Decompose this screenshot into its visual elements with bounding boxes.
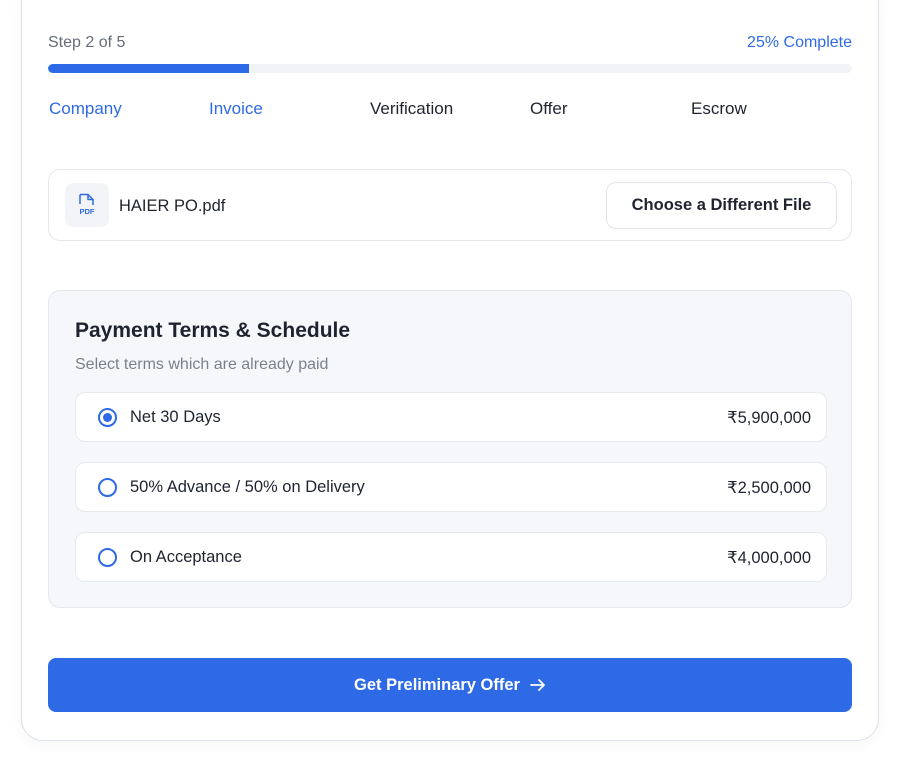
term-label: 50% Advance / 50% on Delivery [130, 478, 365, 496]
step-counter: Step 2 of 5 [48, 34, 126, 51]
term-amount: ₹2,500,000 [727, 479, 811, 497]
cta-label: Get Preliminary Offer [354, 675, 520, 694]
arrow-right-icon [530, 678, 546, 692]
choose-different-file-button[interactable]: Choose a Different File [606, 182, 837, 229]
term-amount: ₹5,900,000 [727, 409, 811, 427]
progress-bar-fill [48, 64, 249, 73]
term-label: Net 30 Days [130, 408, 221, 426]
step-invoice[interactable]: Invoice [209, 99, 263, 119]
svg-text:PDF: PDF [80, 207, 95, 216]
progress-bar [48, 64, 852, 73]
step-company[interactable]: Company [49, 99, 122, 119]
term-option-net-30[interactable]: Net 30 Days ₹5,900,000 [75, 392, 827, 442]
payment-terms-title: Payment Terms & Schedule [75, 319, 351, 342]
get-preliminary-offer-button[interactable]: Get Preliminary Offer [48, 658, 852, 712]
uploaded-file-card: PDF HAIER PO.pdf Choose a Different File [48, 169, 852, 241]
pdf-file-icon: PDF [65, 183, 109, 227]
payment-terms-panel: Payment Terms & Schedule Select terms wh… [48, 290, 852, 608]
term-amount: ₹4,000,000 [727, 549, 811, 567]
radio-unselected[interactable] [98, 548, 117, 567]
percent-complete: 25% Complete [747, 34, 852, 51]
term-option-advance-delivery[interactable]: 50% Advance / 50% on Delivery ₹2,500,000 [75, 462, 827, 512]
file-name: HAIER PO.pdf [119, 197, 226, 215]
step-verification: Verification [370, 99, 454, 118]
term-label: On Acceptance [130, 548, 242, 566]
term-option-on-acceptance[interactable]: On Acceptance ₹4,000,000 [75, 532, 827, 582]
radio-selected[interactable] [98, 408, 117, 427]
progress-header: Step 2 of 5 25% Complete [48, 33, 852, 53]
payment-terms-subtitle: Select terms which are already paid [75, 356, 329, 373]
radio-unselected[interactable] [98, 478, 117, 497]
step-offer: Offer [530, 99, 568, 118]
step-escrow: Escrow [691, 99, 747, 118]
